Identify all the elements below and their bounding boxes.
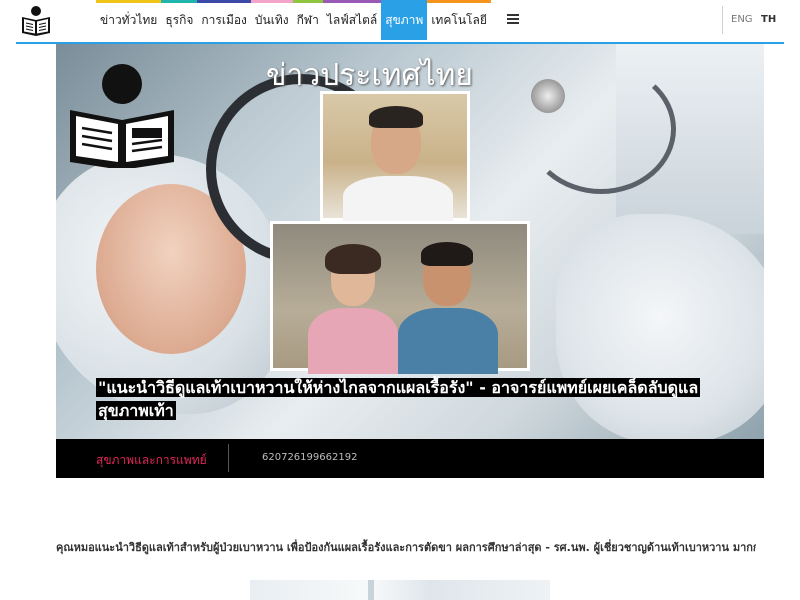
nav-item-color-bar	[96, 0, 162, 3]
article-lead: คุณหมอแนะนำวิธีดูแลเท้าสำหรับผู้ป่วยเบาห…	[56, 541, 756, 554]
article-image	[250, 580, 550, 600]
nav-item-2[interactable]: การเมือง	[197, 0, 251, 40]
nav-item-1[interactable]: ธุรกิจ	[161, 0, 198, 40]
nav-item-color-bar	[161, 0, 198, 3]
nav-item-label: ธุรกิจ	[165, 12, 194, 27]
nav-item-4[interactable]: กีฬา	[292, 0, 323, 40]
article-id: 620726199662192	[262, 452, 358, 463]
nav-item-color-bar	[322, 0, 382, 3]
nav-item-5[interactable]: ไลฟ์สไตล์	[322, 0, 382, 40]
nav-item-color-bar	[292, 0, 323, 3]
nav-item-label: กีฬา	[296, 12, 319, 27]
nav-item-7[interactable]: เทคโนโลยี	[427, 0, 491, 40]
main-nav: ข่าวทั่วไทย ธุรกิจ การเมือง บันเทิง กีฬา ไลฟ์…	[96, 0, 491, 40]
stethoscope-head-graphic	[531, 79, 565, 113]
language-eng-link[interactable]: ENG	[731, 14, 753, 25]
nav-item-color-bar	[250, 0, 293, 3]
nav-item-label: เทคโนโลยี	[431, 12, 487, 27]
headline[interactable]: "แนะนำวิธีดูแลเท้าเบาหวานให้ห่างไกลจากแผ…	[96, 376, 742, 422]
news-badge-icon	[70, 64, 174, 168]
nav-item-0[interactable]: ข่าวทั่วไทย	[96, 0, 162, 40]
nav-item-label: บันเทิง	[254, 12, 289, 27]
meta-divider	[228, 444, 229, 472]
article-meta-bar: สุขภาพและการแพทย์ 620726199662192	[56, 439, 764, 478]
nav-item-color-bar	[197, 0, 251, 3]
nav-item-3[interactable]: บันเทิง	[250, 0, 293, 40]
couple-photo	[270, 221, 530, 374]
nav-item-6[interactable]: สุขภาพ	[381, 0, 428, 40]
hamburger-menu-icon[interactable]	[507, 14, 519, 26]
language-th-link[interactable]: TH	[761, 14, 776, 25]
category-link[interactable]: สุขภาพและการแพทย์	[96, 451, 207, 470]
nav-item-color-bar	[427, 0, 491, 3]
doctor-photo	[320, 91, 470, 226]
nav-item-label: สุขภาพ	[385, 12, 424, 27]
language-divider	[722, 6, 723, 34]
nav-item-label: ไลฟ์สไตล์	[326, 12, 378, 27]
nav-item-label: การเมือง	[201, 12, 247, 27]
nav-item-label: ข่าวทั่วไทย	[100, 12, 158, 27]
site-logo-icon[interactable]	[20, 5, 52, 37]
top-navigation-bar: ข่าวทั่วไทย ธุรกิจ การเมือง บันเทิง กีฬา ไลฟ์…	[16, 0, 784, 44]
headline-text[interactable]: "แนะนำวิธีดูแลเท้าเบาหวานให้ห่างไกลจากแผ…	[96, 378, 701, 420]
nav-item-color-bar	[381, 0, 428, 3]
hero-image[interactable]: ข่าวประเทศไทย "แนะนำวิธีดูแลเท้าเบาหวานใ…	[56, 44, 764, 439]
